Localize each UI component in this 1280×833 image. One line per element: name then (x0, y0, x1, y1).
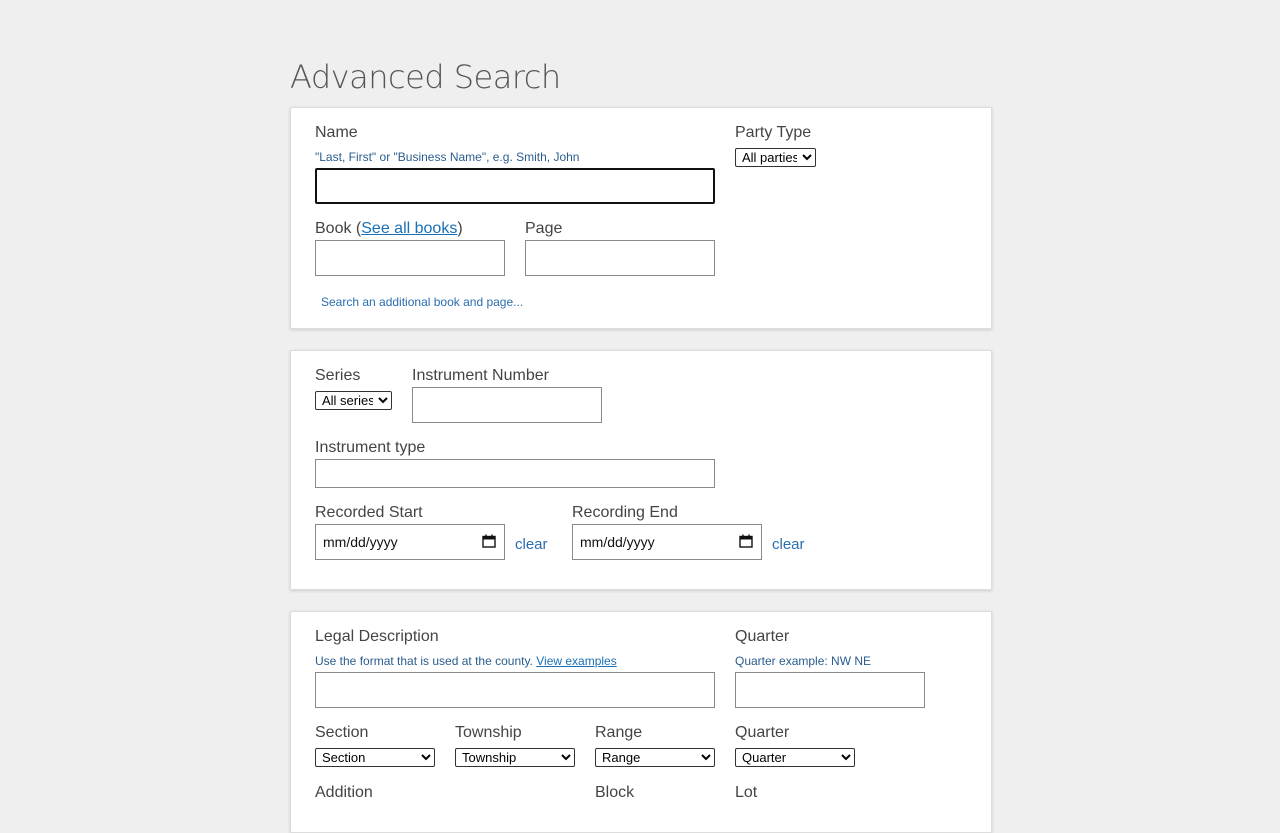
calendar-icon[interactable] (739, 534, 753, 548)
quarter-select-label: Quarter (735, 724, 790, 741)
quarter-select[interactable]: Quarter (735, 748, 855, 767)
recorded-start-label: Recorded Start (315, 504, 423, 521)
township-select[interactable]: Township (455, 748, 575, 767)
page-input[interactable] (525, 240, 715, 276)
book-label-text: Book ( (315, 220, 362, 237)
series-select[interactable]: All series (315, 391, 392, 410)
quarter-hint: Quarter example: NW NE (735, 654, 872, 668)
book-label: Book (See all books) (315, 220, 463, 238)
see-all-books-link[interactable]: See all books (361, 220, 457, 237)
range-label: Range (595, 724, 643, 741)
additional-book-link[interactable]: Search an additional book and page... (321, 295, 523, 309)
recording-end-clear-link[interactable]: clear (772, 536, 805, 553)
calendar-icon[interactable] (482, 534, 496, 548)
quarter-input[interactable] (735, 672, 925, 708)
party-type-select[interactable]: All parties (735, 148, 816, 167)
series-label: Series (315, 367, 361, 384)
name-search-card: Name "Last, First" or "Business Name", e… (290, 107, 992, 329)
page-title: Advanced Search (290, 58, 561, 96)
addition-label: Addition (315, 784, 373, 801)
block-label: Block (595, 784, 635, 801)
instrument-type-input[interactable] (315, 459, 715, 488)
recorded-start-clear-link[interactable]: clear (515, 536, 548, 553)
township-label: Township (455, 724, 522, 741)
name-hint: "Last, First" or "Business Name", e.g. S… (315, 150, 580, 164)
legal-description-hint: Use the format that is used at the count… (315, 654, 617, 668)
book-label-suffix: ) (457, 220, 463, 237)
recorded-start-placeholder: mm/dd/yyyy (323, 534, 398, 550)
recorded-start-input[interactable]: mm/dd/yyyy (315, 524, 505, 560)
party-type-label: Party Type (735, 124, 812, 141)
legal-description-label: Legal Description (315, 628, 439, 645)
recording-end-label: Recording End (572, 504, 678, 521)
recording-end-placeholder: mm/dd/yyyy (580, 534, 655, 550)
book-input[interactable] (315, 240, 505, 276)
instrument-number-input[interactable] (412, 387, 602, 423)
recording-end-input[interactable]: mm/dd/yyyy (572, 524, 762, 560)
legal-description-hint-text: Use the format that is used at the count… (315, 654, 533, 668)
quarter-label: Quarter (735, 628, 790, 645)
lot-label: Lot (735, 784, 758, 801)
section-label: Section (315, 724, 369, 741)
view-examples-link[interactable]: View examples (536, 654, 616, 668)
range-select[interactable]: Range (595, 748, 715, 767)
instrument-type-label: Instrument type (315, 439, 426, 456)
section-select[interactable]: Section (315, 748, 435, 767)
legal-description-input[interactable] (315, 672, 715, 708)
instrument-search-card: Series All series Instrument Number Inst… (290, 350, 992, 590)
instrument-number-label: Instrument Number (412, 367, 549, 384)
page-label: Page (525, 220, 563, 237)
name-input[interactable] (315, 168, 715, 204)
name-label: Name (315, 124, 358, 141)
